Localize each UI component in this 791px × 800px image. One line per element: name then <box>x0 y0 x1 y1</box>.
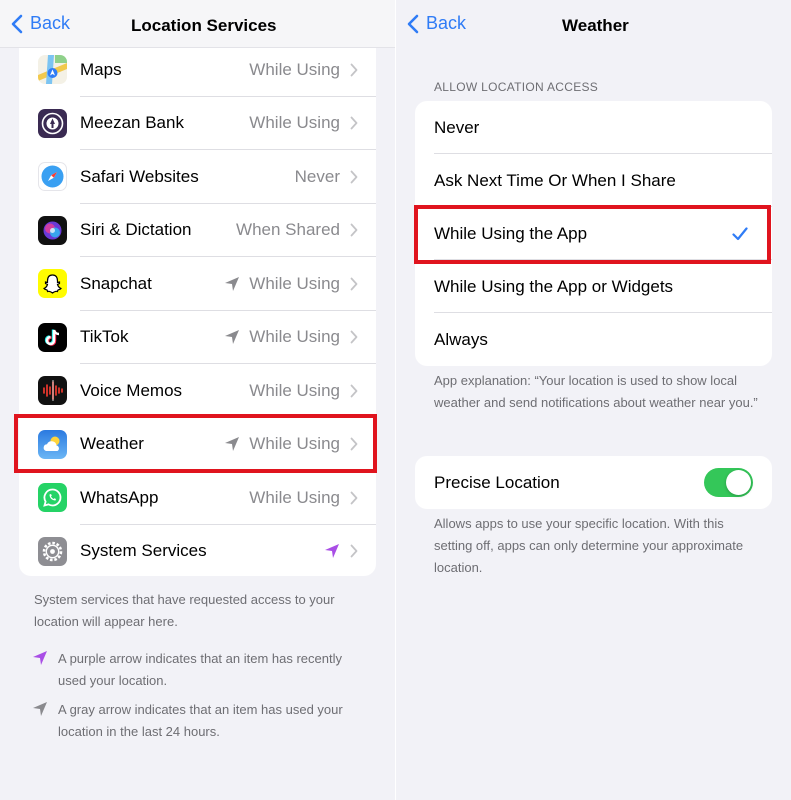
location-arrow-purple-icon <box>325 544 339 559</box>
app-name: Voice Memos <box>80 380 183 400</box>
chevron-right-icon <box>350 223 358 237</box>
snapchat-icon <box>38 269 67 299</box>
whatsapp-icon <box>38 483 67 513</box>
option-never[interactable]: Never <box>415 101 772 154</box>
purple-arrow-note: A purple arrow indicates that an item ha… <box>58 651 342 688</box>
option-label: Never <box>434 117 480 137</box>
option-ask-next-time[interactable]: Ask Next Time Or When I Share <box>415 154 772 207</box>
system-services-note: System services that have requested acce… <box>34 592 335 629</box>
chevron-right-icon <box>350 277 358 291</box>
app-name: Meezan Bank <box>80 113 184 133</box>
app-name: Maps <box>80 59 122 79</box>
app-row-snapchat[interactable]: Snapchat While Using <box>19 257 376 311</box>
weather-location-screen: Back Weather ALLOW LOCATION ACCESS Never… <box>396 0 791 800</box>
app-explanation: App explanation: “Your location is used … <box>434 373 758 410</box>
page-title: Location Services <box>131 16 277 35</box>
location-arrow-gray-icon <box>225 330 240 345</box>
permission-value: When Shared <box>236 220 340 240</box>
app-row-whatsapp[interactable]: WhatsApp While Using <box>19 471 376 525</box>
back-label: Back <box>30 13 71 33</box>
precise-location-row: Precise Location <box>415 456 772 509</box>
location-arrow-gray-icon <box>225 276 240 291</box>
precise-location-group: Precise Location <box>415 456 772 509</box>
permission-value: While Using <box>249 113 340 133</box>
app-name: Safari Websites <box>80 166 199 186</box>
app-name: Snapchat <box>80 273 152 293</box>
app-name: WhatsApp <box>80 487 159 507</box>
chevron-right-icon <box>350 116 358 130</box>
location-arrow-purple-icon <box>33 651 47 665</box>
permission-value: While Using <box>224 274 340 294</box>
app-row-maps[interactable]: Maps While Using <box>19 43 376 97</box>
app-list: Maps While Using Meezan Bank While Using… <box>19 48 376 576</box>
permission-value: While Using <box>249 380 340 400</box>
back-button[interactable]: Back <box>10 13 70 34</box>
option-label: While Using the App or Widgets <box>434 276 674 296</box>
chevron-right-icon <box>350 544 358 558</box>
chevron-right-icon <box>350 491 358 505</box>
nav-bar: Back Location Services <box>0 0 395 48</box>
toggle-knob <box>726 470 751 495</box>
precise-location-note: Allows apps to use your specific locatio… <box>434 516 744 575</box>
app-name: Siri & Dictation <box>80 220 192 240</box>
selected-option-highlight <box>414 205 771 264</box>
app-row-voice-memos[interactable]: Voice Memos While Using <box>19 364 376 418</box>
safari-icon <box>38 162 67 192</box>
siri-icon <box>38 215 67 245</box>
app-name: TikTok <box>80 327 129 347</box>
app-row-meezan-bank[interactable]: Meezan Bank While Using <box>19 97 376 150</box>
precise-location-toggle[interactable] <box>704 468 753 497</box>
option-label: Ask Next Time Or When I Share <box>434 170 676 190</box>
permission-value <box>324 543 340 559</box>
gear-icon <box>38 536 67 566</box>
permission-value: While Using <box>249 487 340 507</box>
back-button[interactable]: Back <box>406 13 466 34</box>
option-label: Always <box>434 329 488 349</box>
app-row-siri-dictation[interactable]: Siri & Dictation When Shared <box>19 204 376 257</box>
app-row-tiktok[interactable]: TikTok While Using <box>19 311 376 364</box>
option-always[interactable]: Always <box>415 313 772 366</box>
voice-memos-icon <box>38 376 67 406</box>
permission-value: While Using <box>249 59 340 79</box>
page-title: Weather <box>562 16 629 35</box>
permission-value: Never <box>294 166 340 186</box>
tiktok-icon <box>38 322 67 352</box>
chevron-right-icon <box>350 170 358 184</box>
section-header: ALLOW LOCATION ACCESS <box>434 80 599 94</box>
meezan-bank-icon <box>38 108 67 138</box>
chevron-left-icon <box>407 14 419 33</box>
maps-icon <box>38 55 67 85</box>
chevron-right-icon <box>350 63 358 77</box>
chevron-left-icon <box>11 14 23 33</box>
app-row-safari-websites[interactable]: Safari Websites Never <box>19 150 376 204</box>
chevron-right-icon <box>350 384 358 398</box>
app-row-system-services[interactable]: System Services <box>19 525 376 579</box>
permission-value: While Using <box>224 327 340 347</box>
location-arrow-gray-icon <box>33 702 47 716</box>
gray-arrow-note: A gray arrow indicates that an item has … <box>58 702 343 739</box>
app-name: System Services <box>80 541 207 561</box>
nav-bar: Back Weather <box>396 0 791 48</box>
chevron-right-icon <box>350 330 358 344</box>
precise-location-label: Precise Location <box>434 472 560 492</box>
weather-row-highlight <box>14 414 377 473</box>
location-services-screen: Back Location Services Maps While Using … <box>0 0 395 800</box>
option-while-using-app-or-widgets[interactable]: While Using the App or Widgets <box>415 260 772 313</box>
back-label: Back <box>426 13 467 33</box>
